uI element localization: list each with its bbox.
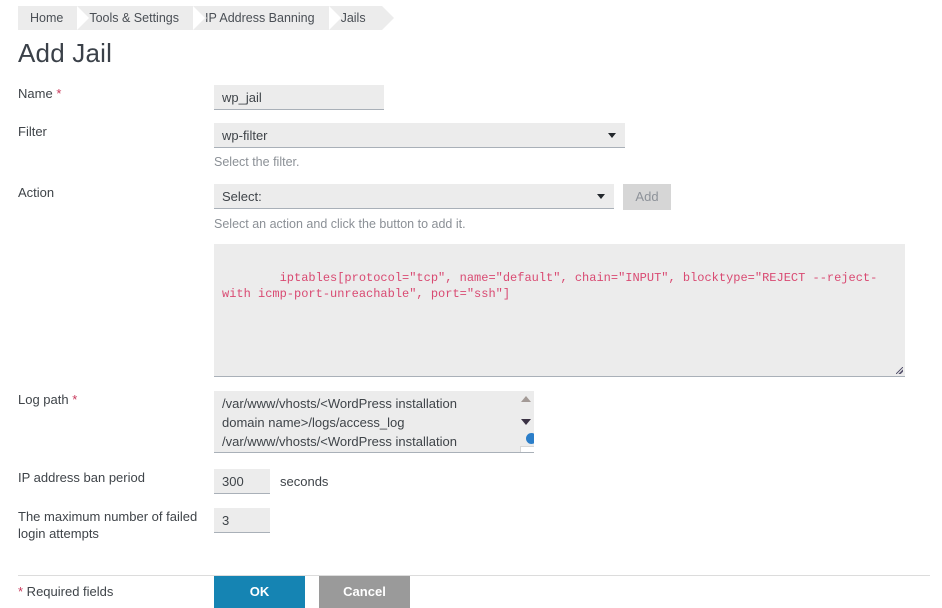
breadcrumb: Home Tools & Settings IP Address Banning… — [18, 6, 382, 30]
ok-button[interactable]: OK — [214, 575, 305, 608]
label-action-text: Action — [18, 185, 54, 200]
action-select-wrapper: Select: — [214, 184, 614, 209]
ban-period-input[interactable] — [214, 469, 270, 494]
chevron-down-icon — [608, 133, 616, 138]
list-item[interactable]: /var/www/vhosts/<WordPress installation — [222, 432, 534, 451]
list-item[interactable]: domain name>/logs/access_log — [222, 413, 534, 432]
field-action: Select: Add Select an action and click t… — [214, 184, 942, 377]
label-filter-text: Filter — [18, 124, 47, 139]
form-footer: * Required fields OK Cancel — [0, 575, 942, 608]
resize-grip-icon[interactable] — [893, 364, 903, 374]
breadcrumb-label: Home — [30, 11, 63, 25]
add-action-button[interactable]: Add — [623, 184, 671, 210]
required-marker: * — [56, 86, 61, 101]
required-fields-text: Required fields — [23, 584, 113, 599]
action-select-value: Select: — [222, 189, 262, 204]
label-action: Action — [0, 184, 214, 201]
action-code-text: iptables[protocol="tcp", name="default",… — [222, 271, 877, 301]
field-log-path: /var/www/vhosts/<WordPress installation … — [214, 391, 942, 453]
breadcrumb-chevron-inner-icon — [193, 6, 205, 30]
chevron-down-icon — [597, 194, 605, 199]
action-select-group: Select: Add — [214, 184, 942, 210]
breadcrumb-label: Tools & Settings — [89, 11, 179, 25]
breadcrumb-item-ip-address-banning[interactable]: IP Address Banning — [195, 6, 331, 30]
filter-select-value: wp-filter — [222, 128, 268, 143]
action-select[interactable]: Select: — [214, 184, 614, 209]
filter-select[interactable]: wp-filter — [214, 123, 625, 148]
field-filter: wp-filter Select the filter. — [214, 123, 942, 170]
field-ban-period: seconds — [214, 469, 942, 494]
mouse-cursor-indicator — [526, 433, 534, 444]
label-ban-period: IP address ban period — [0, 469, 214, 486]
ban-period-unit: seconds — [280, 469, 328, 494]
form-row-action: Action Select: Add Select an action and … — [0, 184, 942, 377]
name-input[interactable] — [214, 85, 384, 110]
breadcrumb-item-tools-and-settings[interactable]: Tools & Settings — [79, 6, 195, 30]
scroll-down-arrow-icon[interactable] — [521, 419, 531, 425]
page-title: Add Jail — [18, 38, 942, 69]
breadcrumb-chevron-inner-icon — [77, 6, 89, 30]
breadcrumb-label: Jails — [341, 11, 366, 25]
filter-select-wrapper: wp-filter — [214, 123, 625, 148]
label-name: Name * — [0, 85, 214, 102]
field-name — [214, 85, 942, 110]
form-row-name: Name * — [0, 85, 942, 110]
cancel-button[interactable]: Cancel — [319, 575, 410, 608]
breadcrumb-chevron-icon — [382, 6, 394, 30]
required-marker: * — [72, 392, 77, 407]
add-jail-form: Name * Filter wp-filter Select the filte… — [0, 85, 942, 608]
label-max-attempts: The maximum number of failed login attem… — [0, 508, 214, 542]
form-row-ban-period: IP address ban period seconds — [0, 469, 942, 494]
scroll-up-arrow-icon[interactable] — [521, 396, 531, 402]
list-item[interactable]: /var/www/vhosts/<WordPress installation — [222, 394, 534, 413]
label-filter: Filter — [0, 123, 214, 140]
label-name-text: Name — [18, 86, 53, 101]
footer-divider — [18, 575, 930, 576]
breadcrumb-label: IP Address Banning — [205, 11, 315, 25]
breadcrumb-chevron-inner-icon — [329, 6, 341, 30]
action-code-textarea[interactable]: iptables[protocol="tcp", name="default",… — [214, 244, 905, 377]
form-row-log-path: Log path * /var/www/vhosts/<WordPress in… — [0, 391, 942, 453]
field-max-attempts — [214, 508, 942, 533]
action-hint: Select an action and click the button to… — [214, 216, 942, 232]
breadcrumb-item-home[interactable]: Home — [18, 6, 79, 30]
label-ban-period-text: IP address ban period — [18, 470, 145, 485]
log-path-listbox[interactable]: /var/www/vhosts/<WordPress installation … — [214, 391, 534, 453]
form-row-max-attempts: The maximum number of failed login attem… — [0, 508, 942, 542]
form-row-filter: Filter wp-filter Select the filter. — [0, 123, 942, 170]
filter-hint: Select the filter. — [214, 154, 942, 170]
label-log-path: Log path * — [0, 391, 214, 408]
log-path-resize-grip-icon[interactable] — [520, 446, 534, 453]
required-fields-note: * Required fields — [0, 584, 214, 599]
max-attempts-input[interactable] — [214, 508, 270, 533]
label-log-path-text: Log path — [18, 392, 69, 407]
